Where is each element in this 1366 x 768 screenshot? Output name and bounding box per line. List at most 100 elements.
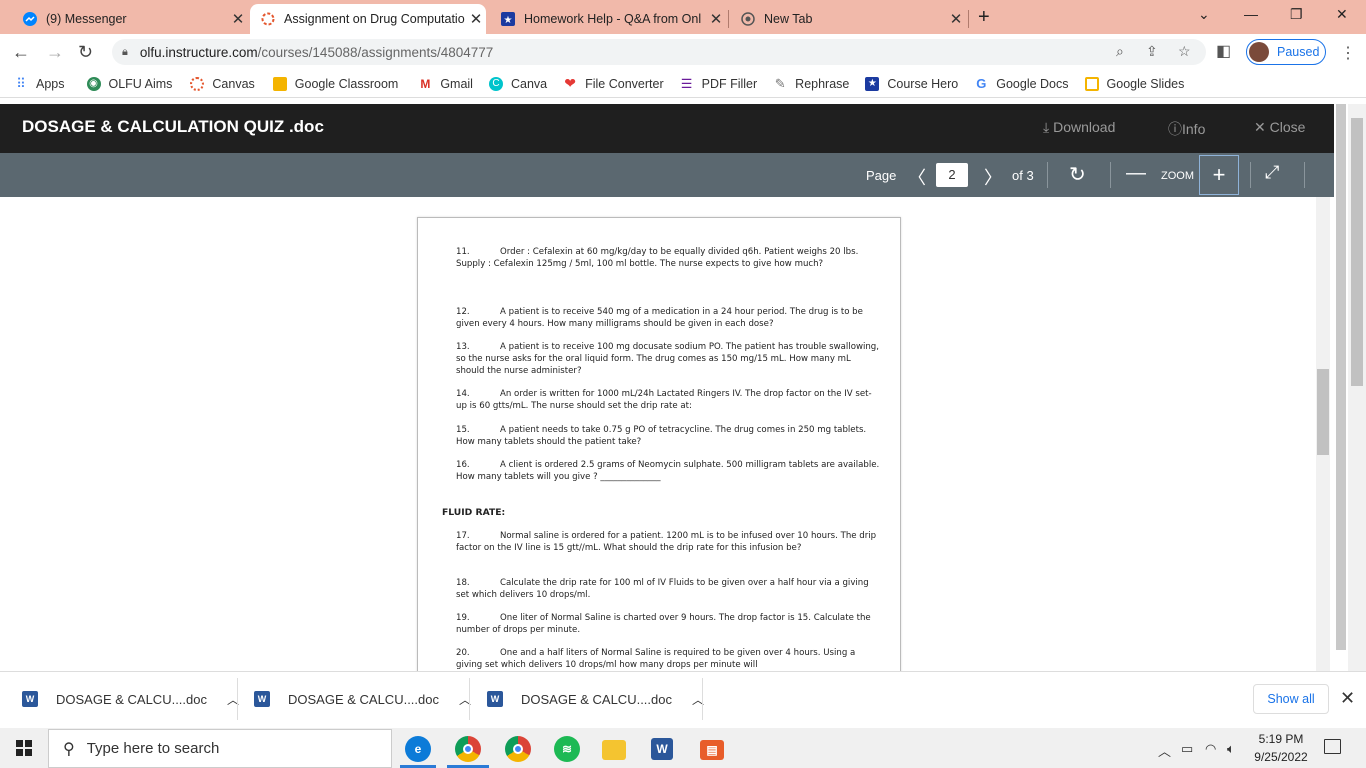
question-text: A patient is to receive 540 mg of a medi… bbox=[456, 307, 863, 329]
info-button[interactable]: ⓘInfo bbox=[1168, 119, 1205, 139]
bookmark-google-docs[interactable]: G Google Docs bbox=[974, 76, 1069, 91]
divider bbox=[702, 678, 703, 720]
office-app-icon[interactable]: ▤ bbox=[700, 740, 724, 760]
tab-assignment[interactable]: Assignment on Drug Computatio ✕ bbox=[250, 4, 486, 34]
download-button[interactable]: ⤓ Download bbox=[1043, 119, 1115, 136]
profile-status: Paused bbox=[1277, 45, 1320, 59]
bookmark-google-slides[interactable]: Google Slides bbox=[1084, 76, 1184, 91]
close-viewer-button[interactable]: ✕ Close bbox=[1254, 119, 1305, 136]
clock[interactable]: 5:19 PM 9/25/2022 bbox=[1252, 730, 1310, 766]
close-tab-icon[interactable]: ✕ bbox=[466, 10, 486, 28]
chevron-up-icon[interactable]: ︿ bbox=[1158, 741, 1171, 760]
bookmark-label: File Converter bbox=[585, 76, 664, 91]
question-15: 15. A patient needs to take 0.75 g PO of … bbox=[456, 425, 880, 449]
section-heading: FLUID RATE: bbox=[442, 507, 506, 518]
tab-title: New Tab bbox=[764, 12, 813, 26]
page-scrollbar-thumb[interactable] bbox=[1351, 118, 1363, 386]
close-tab-icon[interactable]: ✕ bbox=[946, 10, 966, 28]
bookmark-canvas[interactable]: Canvas bbox=[190, 76, 255, 91]
tab-homework-help[interactable]: ★ Homework Help - Q&A from Onl ✕ bbox=[490, 4, 726, 34]
course-hero-icon: ★ bbox=[500, 11, 516, 27]
back-icon[interactable]: ← bbox=[12, 42, 30, 63]
tab-messenger[interactable]: (9) Messenger ✕ bbox=[12, 4, 248, 34]
bookmark-label: Course Hero bbox=[887, 76, 959, 91]
question-11: 11. Order : Cefalexin at 60 mg/kg/day to … bbox=[456, 247, 880, 271]
next-page-icon[interactable]: 〉 bbox=[984, 164, 1002, 190]
close-tab-icon[interactable]: ✕ bbox=[706, 10, 726, 28]
tab-new-tab[interactable]: New Tab ✕ bbox=[730, 4, 966, 34]
question-text: Normal saline is ordered for a patient. … bbox=[456, 531, 877, 553]
zoom-out-icon[interactable]: — bbox=[1126, 162, 1146, 185]
fullscreen-icon[interactable]: ⤢ bbox=[1265, 162, 1279, 183]
tab-search-chevron-icon[interactable]: ⌄ bbox=[1198, 6, 1210, 23]
download-filename: DOSAGE & CALCU....doc bbox=[521, 691, 672, 707]
close-label: Close bbox=[1269, 119, 1306, 135]
chrome-profile-icon[interactable] bbox=[505, 736, 531, 762]
wifi-icon[interactable]: ◠ bbox=[1205, 741, 1216, 757]
share-icon[interactable]: ⇪ bbox=[1146, 43, 1158, 60]
bookmark-label: Gmail bbox=[440, 76, 473, 91]
zoom-search-icon[interactable]: ⌕ bbox=[1116, 43, 1124, 60]
bookmark-google-classroom[interactable]: Google Classroom bbox=[272, 76, 398, 91]
download-item[interactable]: W DOSAGE & CALCU....doc ︿ bbox=[487, 677, 704, 721]
question-text: A patient needs to take 0.75 g PO of tet… bbox=[456, 425, 867, 447]
restore-icon[interactable]: ❐ bbox=[1290, 6, 1303, 23]
prev-page-icon[interactable]: 〈 bbox=[908, 164, 926, 190]
question-number: 14. bbox=[456, 389, 470, 399]
minimize-icon[interactable]: — bbox=[1244, 6, 1258, 22]
lock-icon: 🔒︎ bbox=[122, 45, 128, 58]
show-all-button[interactable]: Show all bbox=[1253, 684, 1329, 714]
bookmark-apps[interactable]: ⠿ Apps bbox=[14, 76, 64, 91]
taskbar-search[interactable]: ⚲ Type here to search bbox=[48, 729, 392, 768]
side-panel-icon[interactable]: ◧ bbox=[1216, 41, 1231, 61]
word-icon[interactable]: W bbox=[651, 738, 673, 760]
bookmark-star-icon[interactable]: ☆ bbox=[1178, 43, 1191, 60]
chrome-icon[interactable] bbox=[455, 736, 481, 762]
bookmark-gmail[interactable]: M Gmail bbox=[418, 77, 473, 91]
tab-title: Homework Help - Q&A from Onl bbox=[524, 12, 702, 26]
notification-icon[interactable] bbox=[1324, 739, 1341, 754]
question-18: 18. Calculate the drip rate for 100 ml of… bbox=[456, 578, 880, 602]
battery-icon[interactable]: ▭ bbox=[1181, 741, 1193, 757]
download-item[interactable]: W DOSAGE & CALCU....doc ︿ bbox=[22, 677, 239, 721]
canva-icon: C bbox=[488, 76, 503, 91]
file-explorer-icon[interactable] bbox=[602, 740, 626, 760]
document-title: DOSAGE & CALCULATION QUIZ .doc bbox=[22, 117, 324, 136]
rotate-icon[interactable]: ↻ bbox=[1069, 162, 1086, 187]
address-bar[interactable]: 🔒︎ olfu.instructure.com/courses/145088/a… bbox=[112, 39, 1206, 65]
forward-icon[interactable]: → bbox=[46, 42, 64, 63]
download-filename: DOSAGE & CALCU....doc bbox=[56, 691, 207, 707]
divider bbox=[1304, 162, 1305, 188]
document-viewport[interactable]: 11. Order : Cefalexin at 60 mg/kg/day to … bbox=[0, 197, 1336, 671]
close-shelf-icon[interactable]: ✕ bbox=[1340, 688, 1355, 709]
profile-button[interactable]: Paused bbox=[1246, 39, 1326, 65]
reload-icon[interactable]: ↻ bbox=[78, 42, 93, 63]
bookmark-label: Rephrase bbox=[795, 76, 850, 91]
bookmark-course-hero[interactable]: ★ Course Hero bbox=[865, 76, 959, 91]
messenger-icon bbox=[22, 11, 38, 27]
close-window-icon[interactable]: ✕ bbox=[1336, 6, 1348, 23]
bookmark-rephrase[interactable]: ✎ Rephrase bbox=[773, 76, 850, 91]
bookmark-olfu-aims[interactable]: ◉ OLFU Aims bbox=[86, 76, 172, 91]
bookmark-file-converter[interactable]: ❤ File Converter bbox=[563, 75, 664, 91]
edge-icon[interactable]: e bbox=[405, 736, 431, 762]
document-scrollbar-thumb[interactable] bbox=[1317, 369, 1329, 455]
new-tab-icon[interactable]: + bbox=[978, 6, 990, 29]
bookmark-canva[interactable]: C Canva bbox=[488, 76, 547, 91]
viewer-scrollbar-thumb[interactable] bbox=[1336, 104, 1346, 650]
question-19: 19. One liter of Normal Saline is charted… bbox=[456, 613, 880, 637]
volume-icon[interactable]: 🔈︎ bbox=[1227, 741, 1235, 757]
bookmark-pdf-filler[interactable]: ☰ PDF Filler bbox=[680, 76, 757, 91]
bookmark-label: Google Docs bbox=[996, 76, 1069, 91]
windows-start-icon[interactable] bbox=[16, 740, 32, 756]
download-item[interactable]: W DOSAGE & CALCU....doc ︿ bbox=[254, 677, 471, 721]
question-text: Order : Cefalexin at 60 mg/kg/day to be … bbox=[456, 247, 859, 269]
close-tab-icon[interactable]: ✕ bbox=[228, 10, 248, 28]
search-placeholder: Type here to search bbox=[86, 740, 220, 757]
zoom-in-button[interactable]: + bbox=[1199, 155, 1239, 195]
question-text: An order is written for 1000 mL/24h Lact… bbox=[456, 389, 872, 411]
menu-kebab-icon[interactable]: ⋮ bbox=[1340, 43, 1356, 63]
spotify-icon[interactable]: ≋ bbox=[554, 736, 580, 762]
clock-date: 9/25/2022 bbox=[1254, 750, 1308, 764]
page-number-input[interactable]: 2 bbox=[936, 163, 968, 187]
